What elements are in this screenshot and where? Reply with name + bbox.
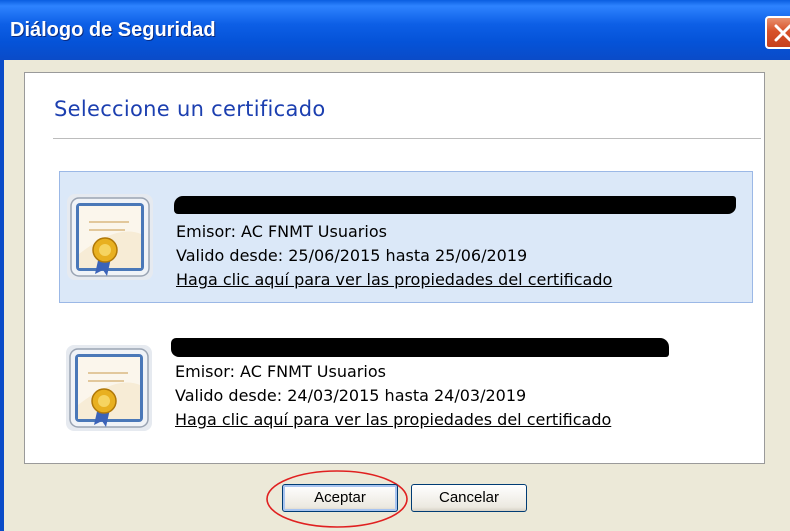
certificate-properties-link[interactable]: Haga clic aquí para ver las propiedades … bbox=[175, 410, 611, 429]
certificate-icon bbox=[66, 345, 152, 431]
redacted-certificate-name bbox=[174, 196, 736, 214]
cancel-button[interactable]: Cancelar bbox=[411, 484, 527, 512]
issuer-text: Emisor: AC FNMT Usuarios bbox=[176, 222, 387, 241]
certificate-icon bbox=[67, 194, 153, 280]
accept-button[interactable]: Aceptar bbox=[282, 484, 398, 512]
validity-text: Valido desde: 25/06/2015 hasta 25/06/201… bbox=[176, 246, 528, 265]
certificate-item-2[interactable]: Emisor: AC FNMT Usuarios Valido desde: 2… bbox=[59, 323, 753, 455]
title-bar[interactable]: Diálogo de Seguridad bbox=[0, 0, 790, 60]
close-icon bbox=[774, 24, 790, 42]
window-frame bbox=[0, 60, 4, 531]
certificate-properties-link[interactable]: Haga clic aquí para ver las propiedades … bbox=[176, 270, 612, 289]
certificate-item-1[interactable]: Emisor: AC FNMT Usuarios Valido desde: 2… bbox=[59, 171, 753, 303]
separator bbox=[53, 138, 761, 139]
content-panel: Seleccione un certificado Emisor: AC FNM bbox=[24, 72, 765, 464]
window-title: Diálogo de Seguridad bbox=[10, 19, 216, 41]
redacted-certificate-name bbox=[171, 338, 669, 357]
security-dialog-window: Diálogo de Seguridad Seleccione un certi… bbox=[0, 0, 790, 531]
dialog-heading: Seleccione un certificado bbox=[54, 97, 326, 121]
validity-text: Valido desde: 24/03/2015 hasta 24/03/201… bbox=[175, 386, 527, 405]
issuer-text: Emisor: AC FNMT Usuarios bbox=[175, 362, 386, 381]
close-button[interactable] bbox=[765, 16, 790, 49]
